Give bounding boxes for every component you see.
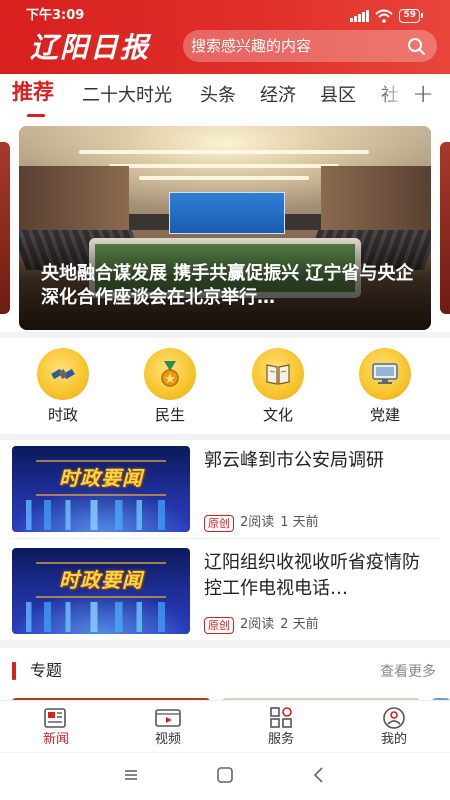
nav-label: 新闻 xyxy=(42,732,69,747)
carousel-next-slide[interactable] xyxy=(440,142,450,314)
news-meta: 原创 2阅读 1 天前 xyxy=(204,514,319,532)
grid-icon xyxy=(270,707,292,728)
signal-icon xyxy=(350,10,370,22)
publish-time: 2 天前 xyxy=(280,617,319,632)
app-logo: 辽阳日报 xyxy=(30,31,151,64)
topics-title: 专题 xyxy=(30,661,63,680)
news-thumbnail: 时政要闻 xyxy=(12,548,190,634)
channel-label: 民生 xyxy=(154,406,185,424)
search-input[interactable] xyxy=(191,37,396,55)
channel-party[interactable]: 党建 xyxy=(355,348,415,424)
news-title[interactable]: 辽阳组织收视收听省疫情防控工作电视电话… xyxy=(204,550,436,602)
search-icon[interactable] xyxy=(407,37,425,55)
thumbnail-text: 时政要闻 xyxy=(59,568,143,592)
add-tab-button[interactable]: + xyxy=(412,80,434,108)
carousel-title: 央地融合谋发展 携手共赢促振兴 辽宁省与央企深化合作座谈会在北京举行… xyxy=(41,263,414,308)
user-icon xyxy=(383,707,405,729)
channel-politics[interactable]: 时政 xyxy=(33,348,93,424)
divider xyxy=(12,538,438,539)
read-count: 2阅读 xyxy=(240,515,275,530)
read-count: 2阅读 xyxy=(240,617,275,632)
news-item[interactable]: 时政要闻 郭云峰到市公安局调研 原创 2阅读 1 天前 xyxy=(0,446,450,534)
nav-services[interactable]: 服务 xyxy=(251,706,311,748)
original-badge: 原创 xyxy=(204,616,234,634)
nav-label: 视频 xyxy=(154,732,181,747)
nav-video[interactable]: 视频 xyxy=(138,706,198,748)
channel-culture[interactable]: 文化 xyxy=(248,348,308,424)
status-time: 下午3:09 xyxy=(26,8,85,23)
nav-news[interactable]: 新闻 xyxy=(26,706,86,748)
tab-economy[interactable]: 经济 xyxy=(260,82,296,110)
book-icon xyxy=(252,348,304,400)
video-icon xyxy=(155,709,181,727)
channel-label: 文化 xyxy=(262,406,293,424)
menu-icon[interactable] xyxy=(120,764,142,786)
newspaper-icon xyxy=(44,708,66,728)
channel-label: 党建 xyxy=(369,406,400,424)
nav-label: 服务 xyxy=(267,732,294,747)
hero-screen xyxy=(169,192,285,234)
tab-fade xyxy=(374,74,414,120)
medal-icon xyxy=(144,348,196,400)
tab-headlines[interactable]: 头条 xyxy=(200,82,236,110)
channel-livelihood[interactable]: 民生 xyxy=(140,348,200,424)
status-icons: 59 xyxy=(350,8,423,24)
nav-label: 我的 xyxy=(380,732,407,747)
app-header: 下午3:09 59 辽阳日报 xyxy=(0,0,450,74)
publish-time: 1 天前 xyxy=(280,515,319,530)
view-more-link[interactable]: 查看更多 xyxy=(380,662,436,682)
status-bar: 下午3:09 59 xyxy=(0,0,450,24)
computer-icon xyxy=(359,348,411,400)
tab-20th-congress[interactable]: 二十大时光 xyxy=(82,82,172,110)
nav-profile[interactable]: 我的 xyxy=(364,706,424,748)
news-item[interactable]: 时政要闻 辽阳组织收视收听省疫情防控工作电视电话… 原创 2阅读 2 天前 xyxy=(0,548,450,636)
wifi-icon xyxy=(375,9,394,23)
news-meta: 原创 2阅读 2 天前 xyxy=(204,616,319,634)
news-list: 时政要闻 郭云峰到市公安局调研 原创 2阅读 1 天前 时政要闻 辽阳组织收视收… xyxy=(0,440,450,640)
back-icon[interactable] xyxy=(308,764,330,786)
carousel-prev-slide[interactable] xyxy=(0,142,10,314)
battery-icon: 59 xyxy=(399,9,423,23)
home-icon[interactable] xyxy=(214,764,236,786)
thumbnail-text: 时政要闻 xyxy=(59,466,143,490)
tab-recommend[interactable]: 推荐 xyxy=(12,78,54,106)
original-badge: 原创 xyxy=(204,514,234,532)
tab-counties[interactable]: 县区 xyxy=(320,82,356,110)
search-bar[interactable] xyxy=(183,30,437,62)
tab-active-indicator xyxy=(27,114,45,117)
section-marker xyxy=(12,662,16,680)
news-title[interactable]: 郭云峰到市公安局调研 xyxy=(204,448,436,474)
news-thumbnail: 时政要闻 xyxy=(12,446,190,532)
satellite-icon xyxy=(37,348,89,400)
channel-label: 时政 xyxy=(47,406,78,424)
carousel-slide[interactable]: 央地融合谋发展 携手共赢促振兴 辽宁省与央企深化合作座谈会在北京举行… xyxy=(19,126,431,330)
